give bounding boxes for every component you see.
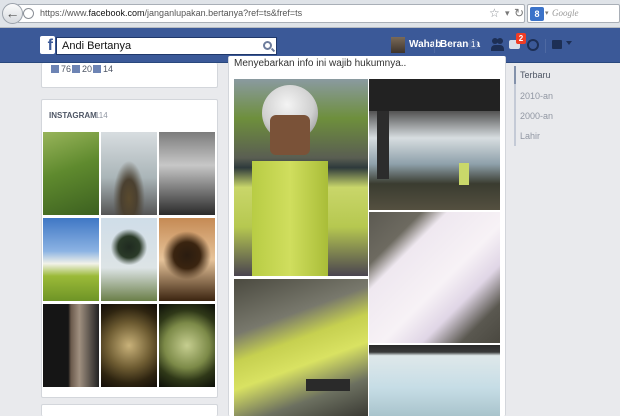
comment-stat[interactable]: 20 [72,64,92,74]
post-photo-police-officer[interactable] [234,79,368,276]
back-button[interactable]: ← [2,3,23,24]
nav-divider [545,39,546,53]
account-menu-caret-icon[interactable] [566,41,572,45]
timeline-item-born[interactable]: Lahir [520,131,540,141]
vest-shape [252,161,328,276]
instagram-thumbnail[interactable] [101,132,157,215]
search-engine-icon[interactable]: 8 [530,7,544,21]
instagram-thumbnail[interactable] [159,132,215,215]
pillar-shape [377,111,389,179]
search-engine-dropdown-icon[interactable]: ▾ [545,9,549,17]
address-bar[interactable]: https://www.facebook.com/janganlupakan.b… [17,4,525,23]
instagram-thumbnail[interactable] [43,218,99,301]
browser-search-box[interactable]: 8 ▾ Google [527,4,620,23]
instagram-thumbnail[interactable] [159,304,215,387]
facebook-search-input[interactable]: Andi Bertanya [56,37,277,55]
timeline-active-marker [514,66,516,84]
address-url[interactable]: https://www.facebook.com/janganlupakan.b… [40,8,302,18]
instagram-thumbnail[interactable] [101,304,157,387]
instagram-card: INSTAGRAM · 114 [41,99,218,398]
home-count-badge: 1 [469,40,478,49]
instagram-thumbnail[interactable] [159,218,215,301]
post-photo-ticket[interactable] [369,212,500,343]
browser-toolbar: https://www.facebook.com/janganlupakan.b… [0,0,620,28]
bookmark-star-icon[interactable]: ☆ [489,6,500,20]
nav-divider [434,39,435,53]
notifications-globe-icon[interactable] [527,39,539,51]
site-identity-icon[interactable] [23,8,34,19]
facebook-logo[interactable]: f [40,36,55,54]
officer-shape [459,163,469,185]
share-icon [93,65,101,73]
history-dropdown-icon[interactable]: ▾ [505,8,510,19]
instagram-count: · 114 [90,111,108,120]
post-photo-uniform-closeup[interactable] [234,279,368,416]
face-shape [270,115,310,155]
timeline-item-2000s[interactable]: 2000-an [520,111,553,121]
instagram-thumbnail[interactable] [43,304,99,387]
next-card [41,404,218,416]
post-photo-document[interactable] [369,345,500,416]
profile-link[interactable]: Wahab [409,39,441,50]
avatar[interactable] [391,37,405,53]
comment-icon [72,65,80,73]
share-stat[interactable]: 14 [93,64,113,74]
stats-card: 76 20 14 [41,63,218,88]
instagram-thumbnail[interactable] [43,132,99,215]
post-caption: Menyebarkan info ini wajib hukumnya.. [234,58,407,69]
like-icon [51,65,59,73]
reload-icon[interactable]: ↻ [514,6,524,20]
privacy-shortcuts-icon[interactable] [552,40,562,49]
instagram-thumbnail[interactable] [101,218,157,301]
bridge-shape [369,79,500,111]
timeline-item-2010s[interactable]: 2010-an [520,91,553,101]
like-stat[interactable]: 76 [51,64,71,74]
messages-badge: 2 [516,33,526,44]
name-tag [306,379,350,391]
friend-requests-icon[interactable] [491,38,505,52]
search-icon[interactable] [263,41,272,50]
timeline-item-latest[interactable]: Terbaru [520,70,551,80]
search-placeholder: Google [552,8,579,18]
post-photo-underpass[interactable] [369,79,500,210]
search-input-value: Andi Bertanya [62,40,132,52]
